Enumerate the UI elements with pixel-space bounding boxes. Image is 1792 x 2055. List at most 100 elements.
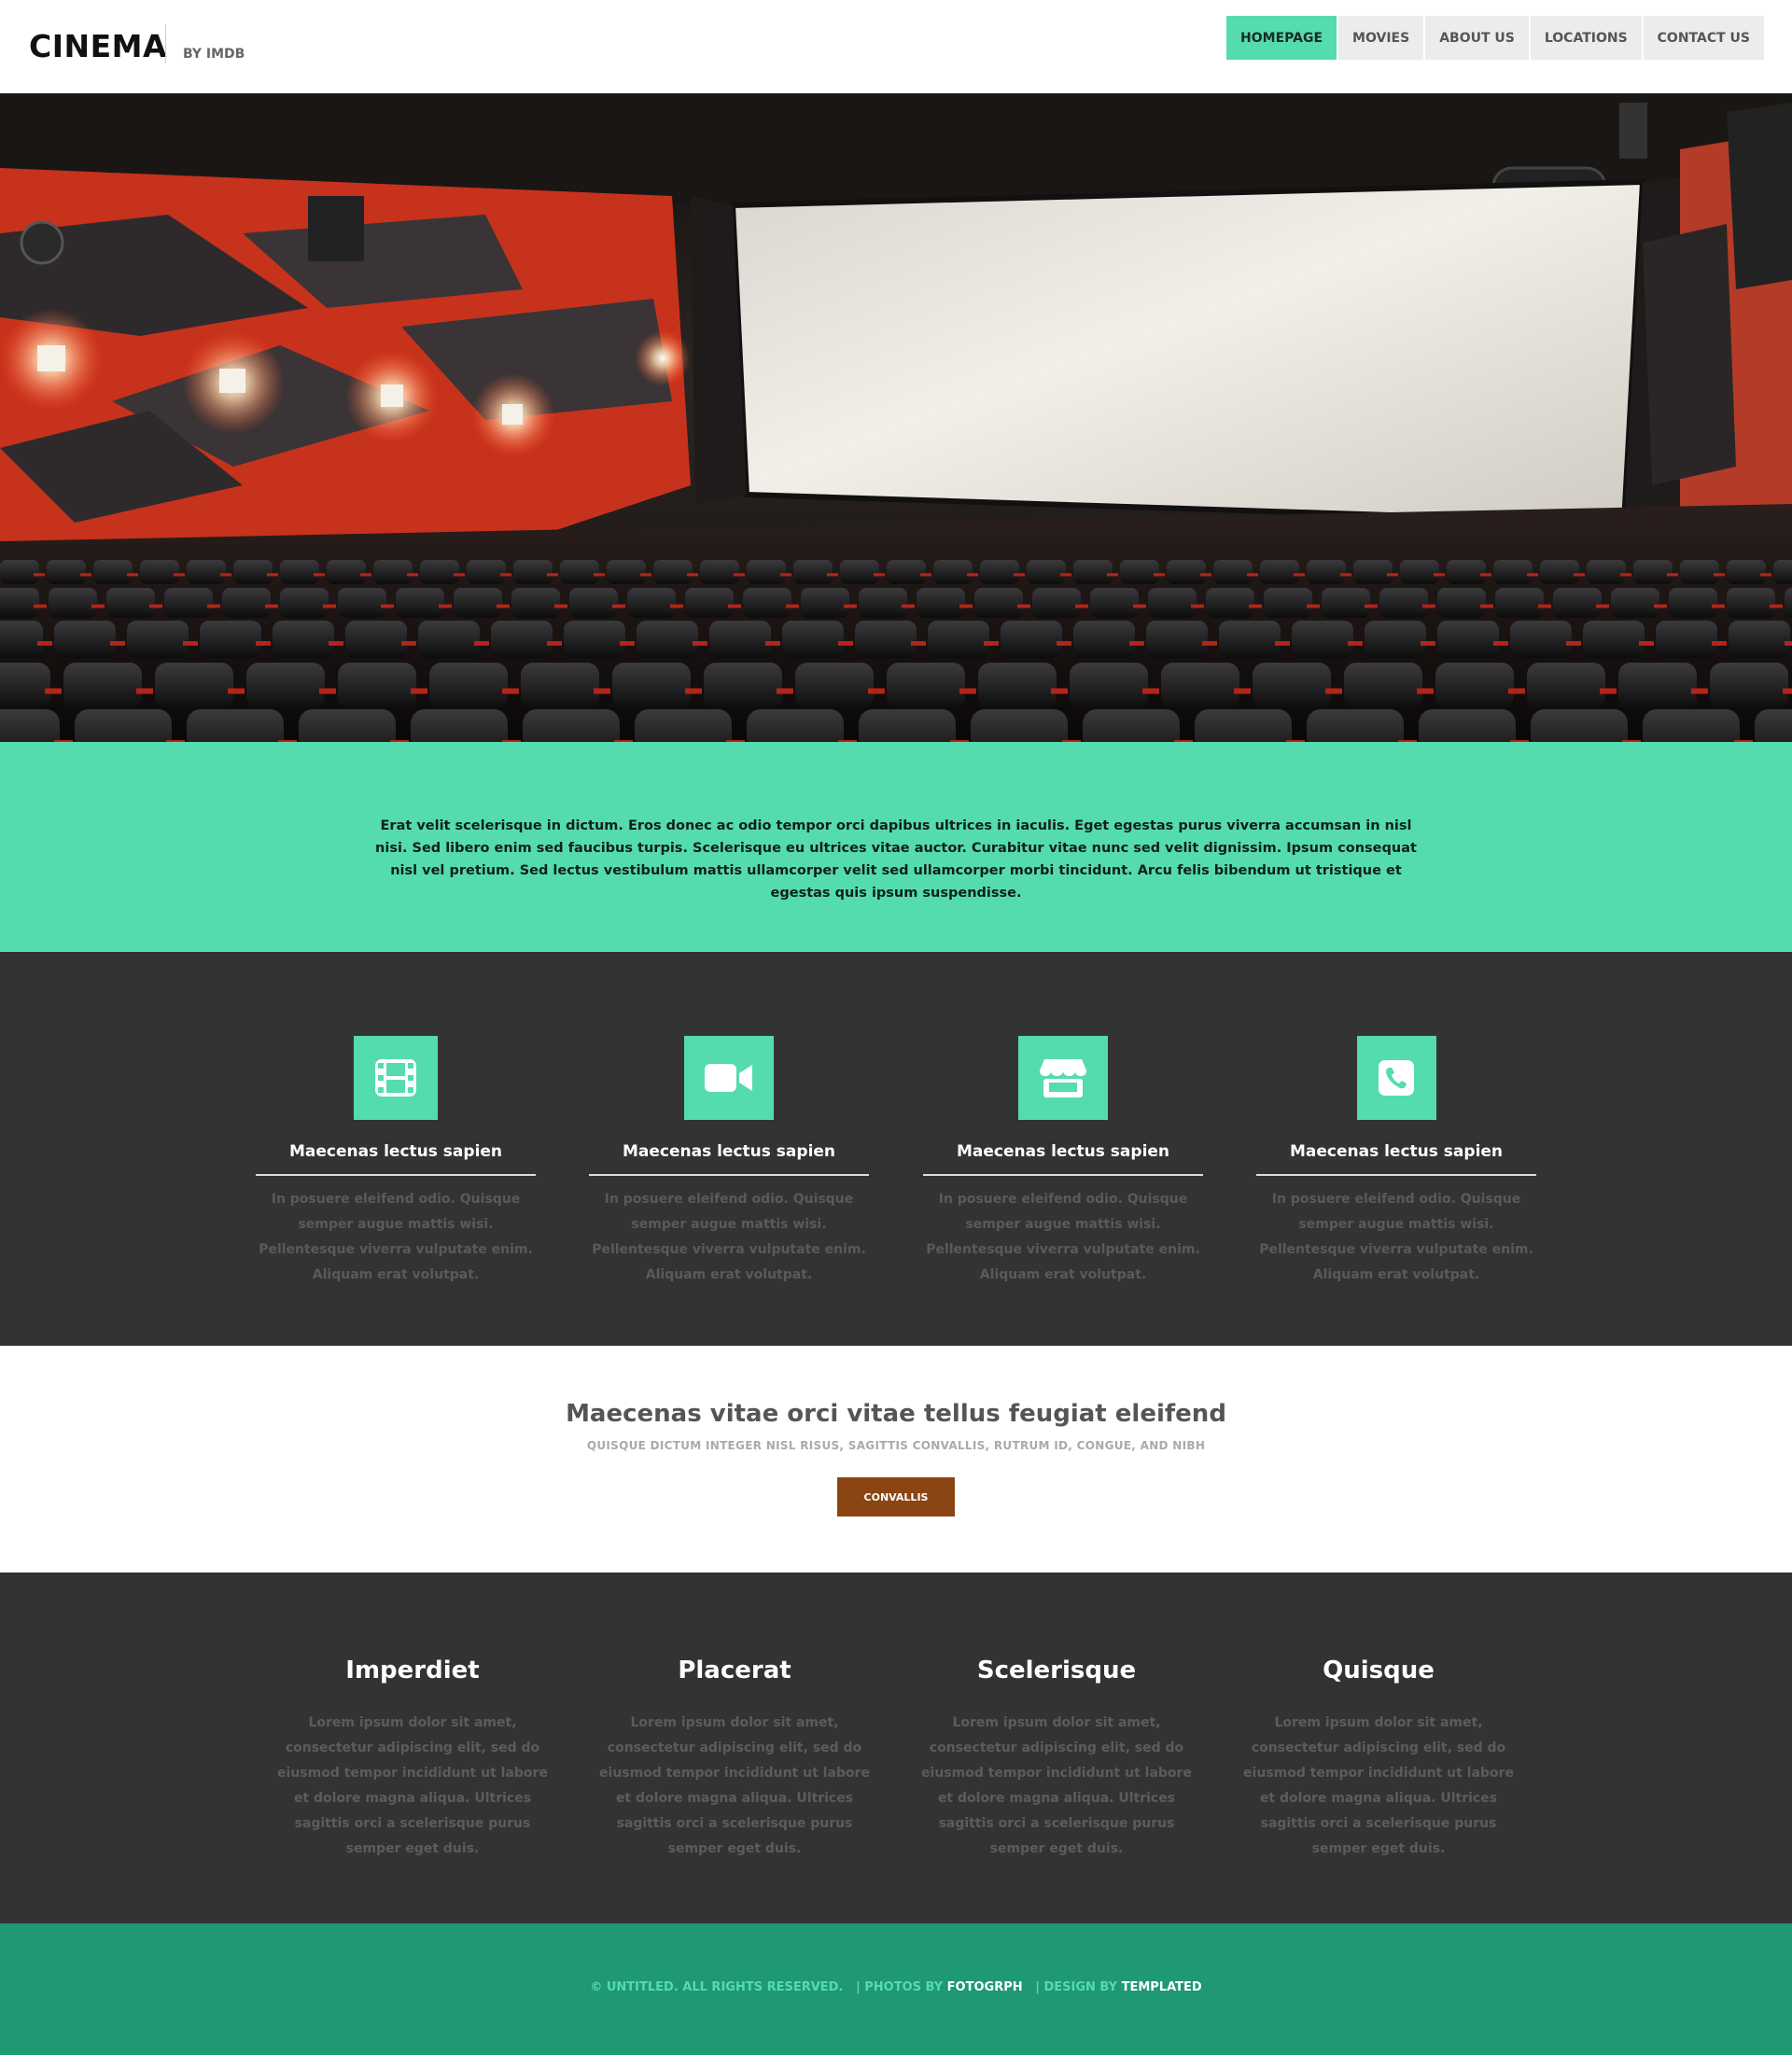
seat xyxy=(747,709,844,742)
seat xyxy=(1001,621,1062,658)
seat xyxy=(840,560,879,584)
seat-armrest xyxy=(1051,688,1068,694)
nav-locations[interactable]: LOCATIONS xyxy=(1530,16,1642,60)
feature-text: In posuere eleifend odio. Quisque semper… xyxy=(926,1192,1200,1282)
seat-armrest xyxy=(207,604,220,608)
seat xyxy=(1785,588,1792,618)
features-section: Maecenas lectus sapien In posuere eleife… xyxy=(0,952,1792,1346)
seat-armrest xyxy=(838,641,853,646)
seat xyxy=(1307,709,1404,742)
seat xyxy=(1073,560,1113,584)
seat xyxy=(0,709,60,742)
seat-armrest xyxy=(1434,573,1445,577)
seat-armrest xyxy=(911,641,926,646)
seat-armrest xyxy=(693,641,707,646)
seat-armrest xyxy=(920,573,931,577)
seat-armrest xyxy=(868,688,885,694)
seat-armrest xyxy=(1129,641,1144,646)
feature-title: Maecenas lectus sapien xyxy=(288,1142,503,1161)
seat xyxy=(521,663,599,709)
seat xyxy=(980,560,1019,584)
seat-armrest xyxy=(620,641,635,646)
seat xyxy=(1090,588,1139,618)
film-icon[interactable] xyxy=(354,1036,438,1120)
feature-card: Maecenas lectus sapien In posuere eleife… xyxy=(923,1036,1203,1288)
seat xyxy=(299,709,396,742)
seat xyxy=(1070,663,1148,709)
seat-armrest xyxy=(220,573,231,577)
intro-text: Erat velit scelerisque in dictum. Eros d… xyxy=(375,818,1417,901)
seat-armrest xyxy=(670,604,683,608)
seat-armrest xyxy=(827,573,838,577)
seat-armrest xyxy=(329,641,343,646)
convallis-button[interactable]: CONVALLIS xyxy=(837,1477,955,1517)
feature-card: Maecenas lectus sapien In posuere eleife… xyxy=(1256,1036,1536,1288)
projection-screen xyxy=(729,178,1646,526)
seat-armrest xyxy=(547,641,562,646)
site-footer: © UNTITLED. ALL RIGHTS RESERVED. | PHOTO… xyxy=(0,1923,1792,2055)
feature-card: Maecenas lectus sapien In posuere eleife… xyxy=(256,1036,536,1288)
seat xyxy=(1400,560,1439,584)
seat-armrest xyxy=(1783,688,1792,694)
feature-card: Maecenas lectus sapien In posuere eleife… xyxy=(589,1036,869,1288)
feature-title: Maecenas lectus sapien xyxy=(956,1142,1170,1161)
seat xyxy=(747,560,786,584)
column-title: Quisque xyxy=(1323,1657,1435,1685)
seat xyxy=(1437,588,1486,618)
seat-armrest xyxy=(1712,604,1725,608)
seat-armrest xyxy=(1200,573,1211,577)
seat-armrest xyxy=(149,604,162,608)
seat-armrest xyxy=(454,573,465,577)
seat xyxy=(1656,621,1717,658)
seat-armrest xyxy=(1325,688,1342,694)
seat xyxy=(233,560,273,584)
seat-armrest xyxy=(1770,604,1783,608)
main-nav: HOMEPAGE MOVIES ABOUT US LOCATIONS CONTA… xyxy=(1226,16,1764,60)
seat-armrest xyxy=(1422,604,1435,608)
seat xyxy=(933,560,973,584)
seat xyxy=(1773,560,1792,584)
nav-about-us[interactable]: ABOUT US xyxy=(1425,16,1529,60)
seat-armrest xyxy=(1017,604,1030,608)
nav-movies[interactable]: MOVIES xyxy=(1338,16,1424,60)
video-camera-icon[interactable] xyxy=(684,1036,774,1120)
seat-armrest xyxy=(1566,641,1581,646)
seat xyxy=(511,588,560,618)
column-title: Placerat xyxy=(678,1657,791,1685)
seat-armrest xyxy=(685,688,702,694)
call-to-action-section: Maecenas vitae orci vitae tellus feugiat… xyxy=(0,1346,1792,1573)
phone-icon[interactable] xyxy=(1356,1036,1436,1120)
seat-armrest xyxy=(411,688,427,694)
site-logo[interactable]: CINEMA xyxy=(29,28,167,64)
seat-armrest xyxy=(1133,604,1146,608)
seat xyxy=(327,560,366,584)
design-link[interactable]: TEMPLATED xyxy=(1122,1980,1202,1994)
seat xyxy=(280,588,329,618)
seat-armrest xyxy=(1191,604,1204,608)
seat-armrest xyxy=(554,604,567,608)
seat-armrest xyxy=(1249,604,1262,608)
photos-link[interactable]: FOTOGRPH xyxy=(947,1980,1023,1994)
seat-armrest xyxy=(786,604,799,608)
seat-armrest xyxy=(1348,641,1363,646)
seat-armrest xyxy=(902,604,915,608)
seat xyxy=(1710,663,1788,709)
photos-prefix: | PHOTOS BY xyxy=(855,1980,944,1994)
seat xyxy=(1618,663,1697,709)
seat-armrest xyxy=(1620,573,1631,577)
seat xyxy=(782,621,844,658)
seat xyxy=(1495,588,1544,618)
nav-homepage[interactable]: HOMEPAGE xyxy=(1226,16,1337,60)
seat xyxy=(338,663,416,709)
seat xyxy=(1260,560,1299,584)
seat-armrest xyxy=(1014,573,1025,577)
cta-title: Maecenas vitae orci vitae tellus feugiat… xyxy=(566,1400,1226,1428)
seat xyxy=(569,588,618,618)
seat-armrest xyxy=(314,573,325,577)
store-icon[interactable] xyxy=(1018,1036,1108,1120)
seat-armrest xyxy=(1060,573,1071,577)
seat xyxy=(1264,588,1312,618)
nav-contact-us[interactable]: CONTACT US xyxy=(1643,16,1764,60)
seat xyxy=(971,709,1068,742)
seat xyxy=(928,621,989,658)
